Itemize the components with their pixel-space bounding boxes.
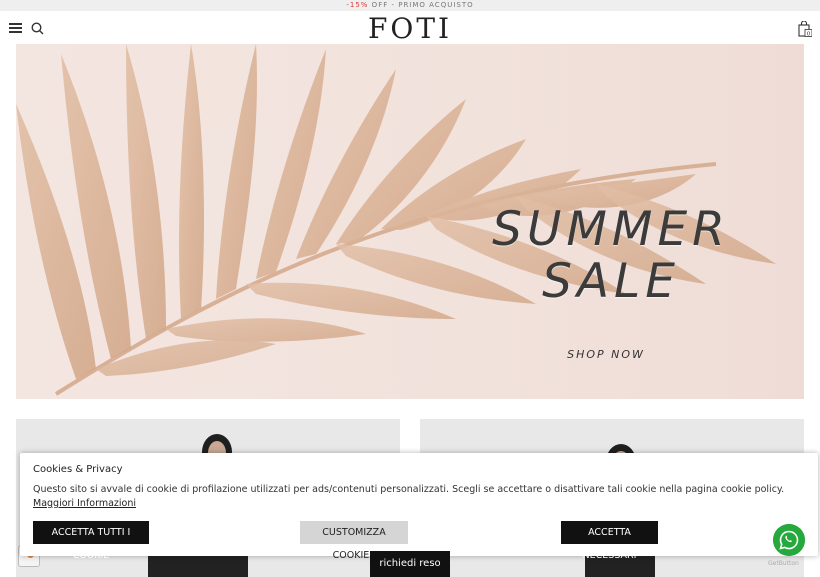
promo-text: OFF - PRIMO ACQUISTO [368, 1, 474, 9]
whatsapp-icon[interactable] [773, 524, 805, 556]
cookie-title: Cookies & Privacy [33, 464, 123, 475]
shop-now-link[interactable]: SHOP NOW [556, 348, 656, 361]
customize-cookies-button[interactable]: CUSTOMIZZA COOKIES [300, 521, 408, 561]
accept-all-cookies-button[interactable]: ACCETTA TUTTI I COOKIE [33, 521, 149, 561]
promo-discount: -15% [346, 1, 369, 9]
cookie-description: Questo sito si avvale di cookie di profi… [33, 484, 785, 495]
cookie-text: Questo sito si avvale di cookie di profi… [33, 483, 793, 511]
getbutton-credit[interactable]: GetButton [768, 560, 799, 567]
accept-necessary-button[interactable]: ACCETTA NECESSARI [561, 521, 658, 561]
header: FOTI 0 [0, 11, 820, 45]
hero-banner[interactable]: SUMMER SALE SHOP NOW [16, 44, 804, 399]
cart-count: 0 [807, 32, 811, 38]
return-request-button[interactable]: richiedi reso [370, 551, 450, 577]
shopping-bag-icon[interactable]: 0 [798, 21, 812, 37]
hero-title: SUMMER SALE [461, 204, 761, 308]
cookie-banner: Cookies & Privacy Questo sito si avvale … [20, 453, 818, 561]
promo-bar[interactable]: -15% OFF - PRIMO ACQUISTO [0, 0, 820, 11]
site-logo[interactable]: FOTI [0, 12, 820, 45]
more-info-link[interactable]: Maggiori Informazioni [33, 498, 136, 509]
hero-title-line2: SALE [542, 254, 680, 309]
hero-title-line1: SUMMER [492, 202, 730, 257]
